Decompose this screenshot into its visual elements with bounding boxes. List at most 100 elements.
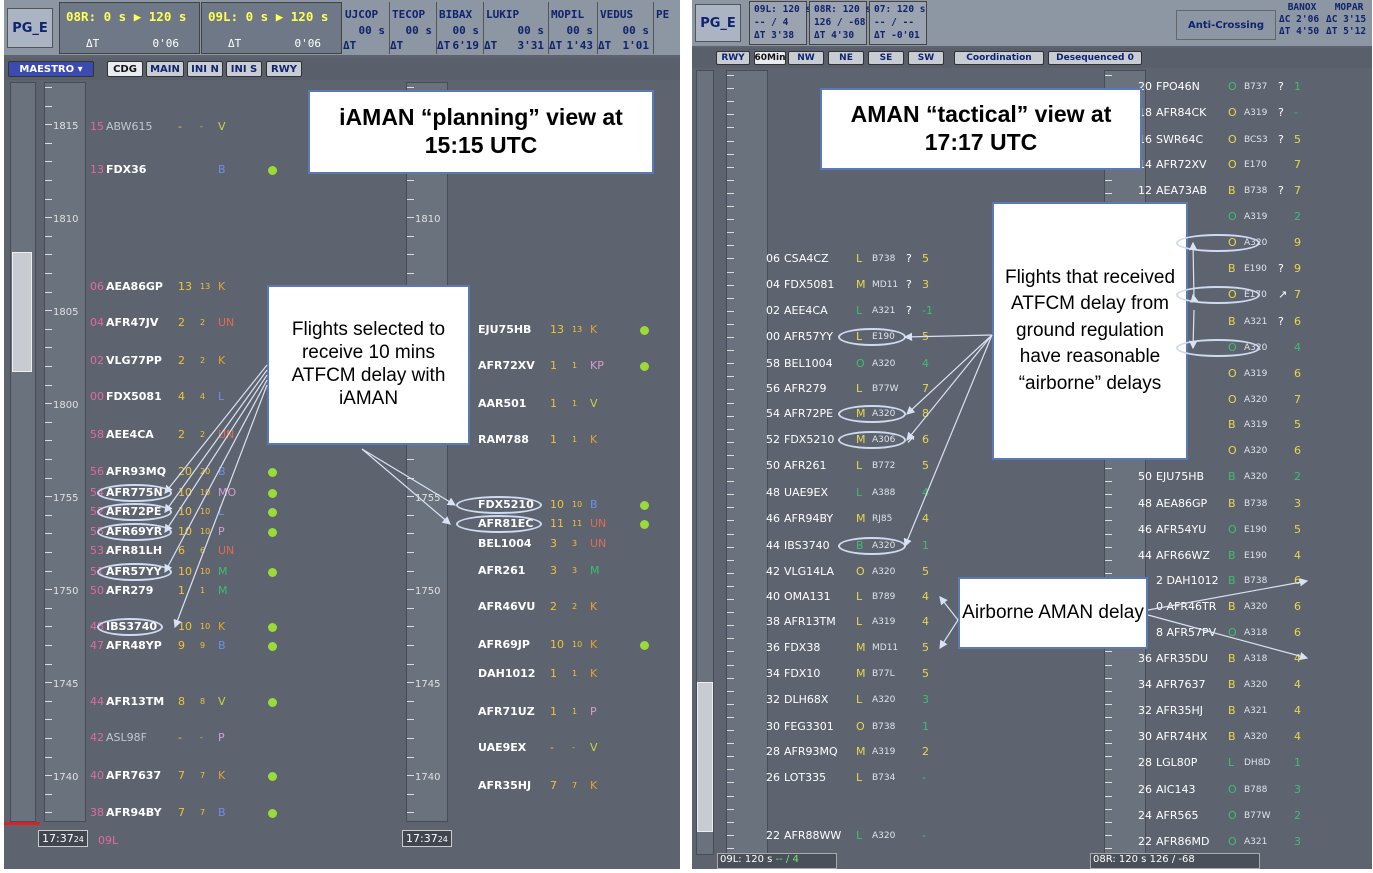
tab-sw[interactable]: SW	[908, 51, 944, 65]
right-tab-bar: RWY 60Min NW NE SE SW Coordination Desequenced …	[692, 48, 1372, 68]
flight-aircraft-type: E190	[1244, 551, 1267, 561]
flight-row[interactable]: 28 LGL80P L DH8D 1	[692, 756, 1372, 770]
fix-bibax[interactable]: BIBAX 00 s ΔT 6'19	[437, 2, 484, 54]
rwy-08r-box[interactable]: 08R: 0 s ▶ 120 s ΔT 0'06	[59, 2, 200, 54]
flight-row[interactable]: BEL1004 3 3 UN	[4, 537, 606, 551]
flight-wake: O	[1228, 158, 1237, 171]
flight-delay: 1	[1294, 80, 1301, 93]
flight-row[interactable]: AFR71UZ 1 1 P	[4, 705, 597, 719]
rwy-field: -- / 4	[754, 17, 789, 28]
flight-aircraft-type: DH8D	[1244, 758, 1271, 768]
flight-aircraft-type: A319	[1244, 212, 1268, 222]
flight-callsign: AIC143	[1156, 783, 1196, 796]
tab-se[interactable]: SE	[868, 51, 904, 65]
fix-lukip[interactable]: LUKIP 00 s ΔT 3'31	[484, 2, 549, 54]
tab-rwy[interactable]: RWY	[266, 61, 302, 77]
fix-field: 1'01	[622, 39, 650, 52]
flight-row[interactable]: 56 AFR93MQ 20 20 B	[4, 465, 404, 479]
left-position-button[interactable]: PG_E	[7, 8, 53, 48]
flight-callsign: AEA73AB	[1156, 184, 1208, 197]
rwy-field: 126 / -68	[814, 17, 866, 28]
timeline-tick	[407, 459, 414, 460]
tab-60min[interactable]: 60Min	[754, 51, 786, 65]
timeline-tick	[407, 217, 414, 219]
tab-nw[interactable]: NW	[788, 51, 824, 65]
flight-wake: L	[1228, 756, 1235, 769]
flight-delay: 10	[550, 638, 564, 651]
right-position-button[interactable]: PG_E	[695, 4, 741, 42]
fix-pe[interactable]: PE	[654, 2, 680, 54]
timeline-tick	[727, 101, 734, 103]
fix-field: 00 s	[405, 24, 433, 37]
flight-row[interactable]: 22 AFR86MD O A321 3	[692, 835, 1372, 849]
status-dot-icon	[268, 468, 277, 477]
flight-delay: 1	[1294, 756, 1301, 769]
fix-tecop[interactable]: TECOP 00 s ΔT	[390, 2, 437, 54]
flight-delay: 5	[1294, 418, 1301, 431]
flight-callsign: FPO46N	[1156, 80, 1200, 93]
right-rwyC-box[interactable]: 07: 120 s -- / -- ΔT -0'01	[869, 1, 927, 45]
flight-row[interactable]: AFR46VU 2 2 K	[4, 600, 597, 614]
fix-mopil[interactable]: MOPIL 00 s ΔT 1'43	[549, 2, 598, 54]
rwy-field: ΔT 3'38	[754, 30, 795, 41]
flight-row[interactable]: FDX5210 10 10 B	[4, 498, 649, 512]
flight-row[interactable]: 44 AFR66WZ B E190 4	[692, 549, 1372, 563]
flight-row[interactable]: 50 AFR279 1 1 M	[4, 584, 404, 598]
status-dot-icon	[640, 641, 649, 650]
rwy-field: 09L: 120 s	[754, 4, 812, 15]
flight-delay: 2	[1294, 210, 1301, 223]
tab-ini-s[interactable]: INI S	[226, 61, 262, 77]
tab-rwy[interactable]: RWY	[716, 51, 750, 65]
flight-row[interactable]: AFR81EC 11 11 UN	[4, 517, 649, 531]
fix-ujcop[interactable]: UJCOP 00 s ΔT	[343, 2, 390, 54]
timeline-tick	[407, 235, 414, 237]
timeline-tick	[727, 179, 734, 181]
flight-row[interactable]: 38 AFR94BY 7 7 B	[4, 806, 404, 820]
flight-row[interactable]: AFR69JP 10 10 K	[4, 638, 649, 652]
flight-row[interactable]: AFR261 3 3 M	[4, 564, 600, 578]
tab-maestro-[interactable]: MAESTRO ▾	[8, 61, 94, 77]
tab-cdg[interactable]: CDG	[107, 61, 143, 77]
right-rwyB-box[interactable]: 08R: 120 s 126 / -68 ΔT 4'30	[809, 1, 871, 45]
flight-row[interactable]: AFR35HJ 7 7 K	[4, 779, 597, 793]
tab-desequenced-0[interactable]: Desequenced 0	[1048, 51, 1142, 65]
tab-coordination[interactable]: Coordination	[954, 51, 1044, 65]
flight-callsign: LGL80P	[1156, 756, 1198, 769]
flight-row[interactable]: 30 AFR74HX B A320 4	[692, 730, 1372, 744]
rwy-08r-dt: ΔT	[86, 37, 100, 50]
flight-row[interactable]: 50 EJU75HB B A320 2	[692, 470, 1372, 484]
timeline-label: 1740	[415, 772, 441, 783]
flight-row[interactable]: 24 AFR565 O B77W 2	[692, 809, 1372, 823]
timeline-tick	[45, 142, 52, 144]
flight-callsign: AEA86GP	[106, 280, 163, 293]
flight-row[interactable]: DAH1012 1 1 K	[4, 667, 597, 681]
flight-callsign: AAR501	[478, 397, 527, 410]
flight-callsign: AFR7637	[1156, 678, 1206, 691]
status-dot-icon	[640, 520, 649, 529]
flight-row[interactable]: 36 AFR35DU B A318 4	[692, 652, 1372, 666]
tab-main[interactable]: MAIN	[146, 61, 184, 77]
flight-row[interactable]: 26 AIC143 O B788 3	[692, 783, 1372, 797]
flight-wake: B	[1228, 497, 1236, 510]
rwy-09l-box[interactable]: 09L: 0 s ▶ 120 s ΔT 0'06	[201, 2, 342, 54]
flight-row[interactable]: 34 AFR7637 B A320 4	[692, 678, 1372, 692]
fix-vedus[interactable]: VEDUS 00 s ΔT 1'01	[598, 2, 654, 54]
anti-crossing-button[interactable]: Anti-Crossing	[1176, 10, 1276, 40]
fix-banox[interactable]: BANOX ΔC 2'06 ΔT 4'50	[1279, 2, 1325, 44]
flight-delay: 7	[1294, 184, 1301, 197]
fix-mopar[interactable]: MOPAR ΔC 3'15 ΔT 5'12	[1326, 2, 1372, 44]
flight-row[interactable]: 12 AEA73AB B B738? 7	[692, 184, 1372, 198]
flight-row[interactable]: 48 AEA86GP B B738 3	[692, 497, 1372, 511]
flight-delay-small: 3	[572, 539, 578, 548]
tab-ini-n[interactable]: INI N	[187, 61, 223, 77]
flight-row[interactable]: 32 AFR35HJ B A321 4	[692, 704, 1372, 718]
left-timeline-2[interactable]: 1810180518001755175017451740	[406, 82, 448, 822]
timeline-tick	[407, 700, 414, 702]
flight-seq: 12	[1138, 184, 1152, 197]
tab-ne[interactable]: NE	[828, 51, 864, 65]
flight-row[interactable]: UAE9EX - - V	[4, 741, 598, 755]
right-rwyA-box[interactable]: 09L: 120 s -- / 4 ΔT 3'38	[749, 1, 811, 45]
flight-row[interactable]: 46 AFR54YU O E190 5	[692, 523, 1372, 537]
selection-oval	[1176, 286, 1260, 304]
flight-row[interactable]: 48 IBS3740 10 10 K	[4, 620, 404, 634]
